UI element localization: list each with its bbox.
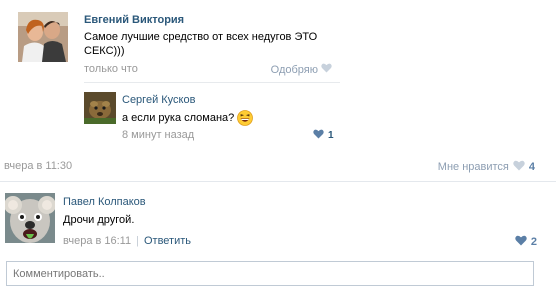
heart-icon bbox=[513, 160, 525, 174]
comment-text: Дрочи другой. bbox=[63, 214, 135, 226]
reply-author-avatar[interactable] bbox=[84, 92, 116, 124]
wall-post-page: Евгений Виктория Самое лучшие средство о… bbox=[0, 0, 556, 298]
comment-author-avatar[interactable] bbox=[5, 193, 55, 243]
comment-like-button[interactable]: 2 bbox=[515, 235, 537, 249]
reply-text: а если рука сломана? bbox=[122, 112, 235, 124]
approve-button[interactable]: Одобряю bbox=[271, 63, 332, 76]
reply-button[interactable]: Ответить bbox=[144, 235, 191, 247]
comment-timestamp[interactable]: вчера в 16:11 bbox=[63, 235, 131, 247]
post-separator bbox=[84, 82, 340, 83]
post-like-button[interactable]: Мне нравится 4 bbox=[438, 160, 535, 174]
reply-like-count: 1 bbox=[328, 130, 334, 141]
comment-author-name[interactable]: Павел Колпаков bbox=[63, 196, 146, 208]
post-author-name[interactable]: Евгений Виктория bbox=[84, 14, 184, 26]
post-text: Самое лучшие средство от всех недугов ЭТ… bbox=[84, 31, 318, 57]
post-author-avatar[interactable] bbox=[18, 12, 68, 62]
reply-author-name[interactable]: Сергей Кусков bbox=[122, 94, 195, 106]
like-label: Мне нравится bbox=[437, 161, 509, 173]
reply-like-button[interactable]: 1 bbox=[313, 129, 334, 142]
section-divider bbox=[0, 181, 556, 182]
heart-icon bbox=[515, 235, 527, 249]
meta-separator: | bbox=[136, 235, 139, 247]
reply-timestamp[interactable]: 8 минут назад bbox=[122, 129, 194, 141]
post-timestamp[interactable]: только что bbox=[84, 63, 138, 75]
comment-like-count: 2 bbox=[530, 236, 537, 248]
comment-meta: вчера в 16:11 | Ответить bbox=[63, 235, 191, 247]
comment-input[interactable] bbox=[6, 261, 534, 286]
heart-icon bbox=[313, 129, 324, 142]
heart-icon bbox=[321, 63, 332, 76]
post-footer-timestamp[interactable]: вчера в 11:30 bbox=[4, 160, 72, 172]
laughing-emoji-icon bbox=[237, 110, 254, 126]
reply-text-row: а если рука сломана? bbox=[122, 110, 254, 126]
approve-label: Одобряю bbox=[270, 63, 318, 76]
post-like-count: 4 bbox=[528, 161, 535, 173]
